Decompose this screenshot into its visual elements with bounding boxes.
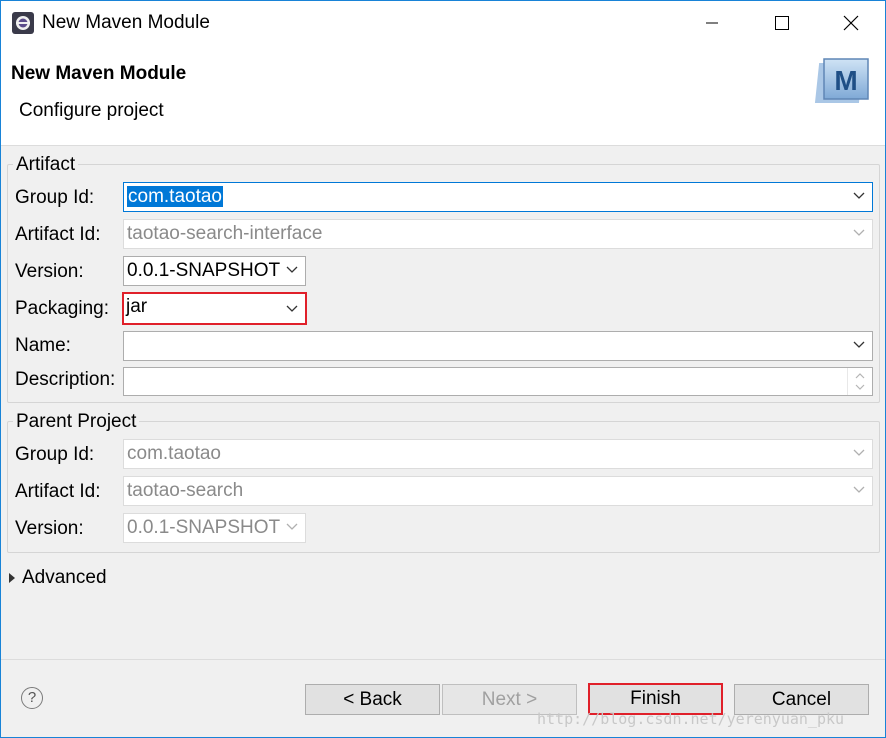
chevron-down-icon [853, 486, 865, 493]
description-scrollbar[interactable] [847, 368, 872, 395]
eclipse-app-icon [12, 12, 34, 34]
artifact-version-label: Version: [15, 261, 84, 282]
artifact-id-label: Artifact Id: [15, 224, 101, 245]
chevron-down-icon [853, 449, 865, 456]
packaging-value: jar [126, 296, 148, 317]
packaging-combo[interactable]: jar [122, 292, 307, 325]
artifact-group-id-value: com.taotao [127, 186, 223, 207]
wizard-subtitle: Configure project [19, 100, 164, 121]
chevron-down-icon [286, 523, 298, 530]
parent-artifact-id-value: taotao-search [127, 480, 244, 501]
title-bar: New Maven Module [1, 1, 885, 45]
wizard-header: New Maven Module Configure project M [1, 45, 885, 146]
advanced-label: Advanced [22, 567, 107, 588]
window-title: New Maven Module [42, 12, 210, 33]
parent-group-id-combo: com.taotao [123, 439, 873, 469]
maven-logo-icon: M [814, 58, 869, 103]
wizard-title: New Maven Module [11, 63, 187, 84]
parent-group-id-label: Group Id: [15, 444, 95, 465]
name-combo[interactable] [123, 331, 873, 361]
artifact-version-combo[interactable]: 0.0.1-SNAPSHOT [123, 256, 306, 286]
minimize-button[interactable] [677, 1, 747, 45]
parent-artifact-id-combo: taotao-search [123, 476, 873, 506]
artifact-version-value: 0.0.1-SNAPSHOT [127, 260, 281, 281]
svg-text:M: M [834, 65, 857, 96]
artifact-group-title: Artifact [13, 154, 79, 176]
artifact-id-value: taotao-search-interface [127, 223, 323, 244]
artifact-id-combo: taotao-search-interface [123, 219, 873, 249]
minimize-icon [706, 22, 718, 24]
artifact-group-id-combo[interactable]: com.taotao [123, 182, 873, 212]
chevron-down-icon[interactable] [286, 266, 298, 274]
parent-project-group-title: Parent Project [13, 411, 140, 433]
scroll-up-icon[interactable] [855, 372, 865, 379]
description-label: Description: [15, 369, 116, 390]
dialog-window: New Maven Module New Maven Module Config… [0, 0, 886, 738]
parent-artifact-id-label: Artifact Id: [15, 481, 101, 502]
artifact-group-id-label: Group Id: [15, 187, 95, 208]
chevron-down-icon[interactable] [853, 341, 865, 349]
maximize-icon [775, 16, 789, 30]
footer-divider [1, 659, 885, 660]
name-label: Name: [15, 335, 71, 356]
parent-version-combo: 0.0.1-SNAPSHOT [123, 513, 306, 543]
watermark-text: http://blog.csdn.net/yerenyuan_pku [537, 710, 845, 728]
help-icon[interactable]: ? [21, 687, 43, 709]
packaging-label: Packaging: [15, 298, 110, 319]
parent-group-id-value: com.taotao [127, 443, 221, 464]
chevron-down-icon[interactable] [853, 192, 865, 200]
scroll-down-icon[interactable] [855, 384, 865, 391]
triangle-right-icon[interactable] [9, 573, 15, 583]
chevron-down-icon[interactable] [286, 305, 298, 313]
description-textarea[interactable] [123, 367, 873, 396]
parent-version-label: Version: [15, 518, 84, 539]
back-button[interactable]: < Back [305, 684, 440, 715]
parent-version-value: 0.0.1-SNAPSHOT [127, 517, 281, 538]
chevron-down-icon [853, 229, 865, 236]
close-icon [843, 15, 859, 31]
close-button[interactable] [816, 1, 885, 45]
maximize-button[interactable] [747, 1, 817, 45]
